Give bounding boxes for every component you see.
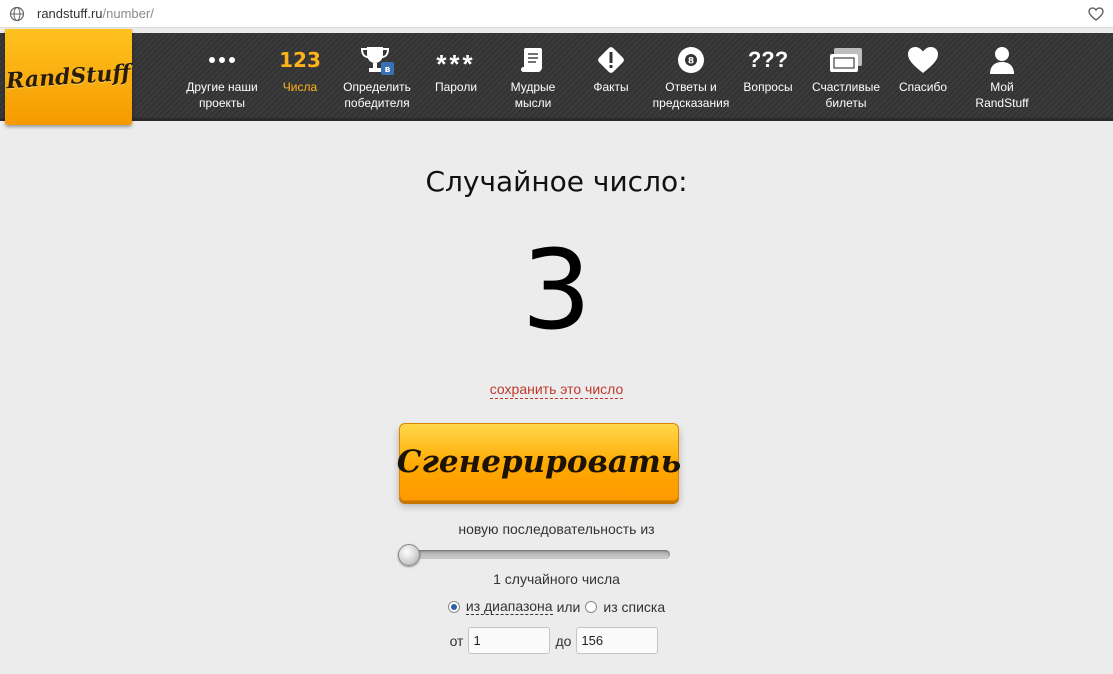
to-label: до <box>555 632 572 649</box>
nav-label: Мой RandStuff <box>975 80 1029 110</box>
svg-text:8: 8 <box>688 57 694 67</box>
generate-button-label: Сгенерировать <box>396 444 682 480</box>
heart-icon <box>906 43 940 77</box>
nav-item-my-randstuff[interactable]: Мой RandStuff <box>966 33 1038 121</box>
dots-icon <box>207 43 237 77</box>
generate-button[interactable]: Сгенерировать <box>396 423 682 501</box>
logo-text: RandStuff <box>5 59 132 95</box>
nav-label: Определить победителя <box>343 80 411 110</box>
count-slider[interactable] <box>398 544 670 568</box>
numbers-123-icon: 123 <box>279 48 321 72</box>
user-icon <box>988 43 1016 77</box>
slider-track[interactable] <box>400 550 670 559</box>
mode-or-text: или <box>556 598 581 615</box>
radio-range[interactable] <box>447 600 460 613</box>
save-number-link[interactable]: сохранить это число <box>489 381 624 399</box>
mode-list-label[interactable]: из списка <box>603 599 665 615</box>
nav-item-thanks[interactable]: Спасибо <box>893 33 953 121</box>
range-inputs: от до <box>0 627 1113 654</box>
scroll-icon <box>518 43 548 77</box>
sequence-label: новую последовательность из <box>458 521 655 537</box>
save-number-link-wrap: сохранить это число <box>0 379 1113 399</box>
nav-item-facts[interactable]: Факты <box>585 33 637 121</box>
nav-label: Мудрые мысли <box>510 80 556 110</box>
nav-item-wise-thoughts[interactable]: Мудрые мысли <box>500 33 566 121</box>
slider-thumb[interactable] <box>398 544 420 566</box>
nav-label: Ответы и предсказания <box>652 80 730 110</box>
question-marks-icon: ??? <box>747 47 789 72</box>
nav-label: Пароли <box>434 80 478 94</box>
top-navigation: Другие наши проекты 123 Числа в Определи… <box>0 33 1113 121</box>
mode-range-label[interactable]: из диапазона <box>465 598 553 615</box>
nav-label: Счастливые билеты <box>811 80 881 110</box>
tickets-icon <box>828 43 864 77</box>
url-text[interactable]: randstuff.ru/number/ <box>37 6 154 21</box>
bookmark-heart-icon[interactable] <box>1087 5 1105 23</box>
nav-label: Вопросы <box>743 80 793 94</box>
radio-list[interactable] <box>585 600 598 613</box>
nav-item-passwords[interactable]: *** Пароли <box>425 33 487 121</box>
nav-label: Факты <box>593 80 629 94</box>
site-logo[interactable]: RandStuff <box>5 29 132 125</box>
nav-label: Числа <box>282 80 318 94</box>
nav-item-other-projects[interactable]: Другие наши проекты <box>178 33 266 121</box>
svg-text:в: в <box>385 65 391 75</box>
nav-label: Другие наши проекты <box>186 80 258 110</box>
nav-label: Спасибо <box>898 80 948 94</box>
from-input[interactable] <box>468 627 551 654</box>
globe-icon <box>9 6 25 21</box>
nav-item-questions[interactable]: ??? Вопросы <box>737 33 799 121</box>
url-path: /number/ <box>102 6 154 21</box>
nav-item-winner[interactable]: в Определить победителя <box>337 33 417 121</box>
nav-item-lucky-tickets[interactable]: Счастливые билеты <box>806 33 886 121</box>
exclamation-diamond-icon <box>595 43 627 77</box>
trophy-icon: в <box>359 43 395 77</box>
to-input[interactable] <box>576 627 659 654</box>
from-label: от <box>449 632 464 649</box>
magic-8-ball-icon: 8 <box>676 43 706 77</box>
mode-selector: из диапазона или из списка <box>0 598 1113 615</box>
random-number-result: 3 <box>521 226 592 354</box>
asterisks-icon: *** <box>436 49 476 79</box>
page-title: Случайное число: <box>425 165 688 198</box>
address-bar[interactable]: randstuff.ru/number/ <box>0 0 1113 28</box>
nav-item-numbers[interactable]: 123 Числа <box>275 33 325 121</box>
nav-item-answers[interactable]: 8 Ответы и предсказания <box>645 33 737 121</box>
url-host: randstuff.ru <box>37 6 103 21</box>
count-label: 1 случайного числа <box>493 571 620 587</box>
